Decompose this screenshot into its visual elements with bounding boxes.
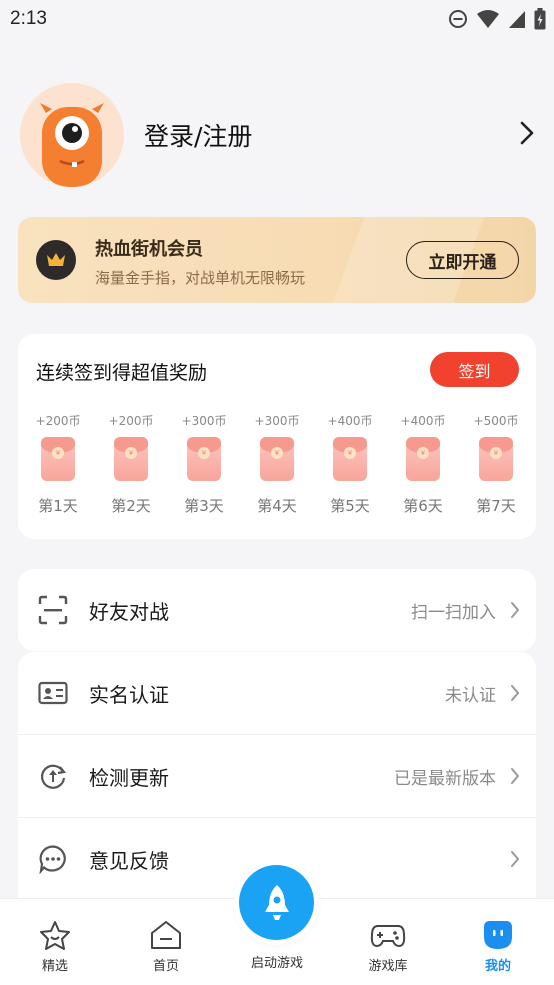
day-label: 第2天 xyxy=(111,497,151,515)
login-register-label[interactable]: 登录/注册 xyxy=(144,117,252,153)
status-bar: 2:13 xyxy=(0,0,554,38)
menu-item-friend-battle[interactable]: 好友对战 扫一扫加入 xyxy=(18,569,536,651)
friend-battle-card: 好友对战 扫一扫加入 xyxy=(18,569,536,651)
menu-label: 意见反馈 xyxy=(89,848,169,873)
menu-label: 好友对战 xyxy=(89,599,169,624)
menu-label: 检测更新 xyxy=(89,765,169,790)
settings-card: 实名认证 未认证 检测更新 已是最新版本 意见反馈 xyxy=(18,652,536,898)
day-coins: +200币 xyxy=(35,414,81,428)
red-envelope-icon: ¥ xyxy=(41,437,75,481)
avatar[interactable] xyxy=(20,83,124,187)
menu-label: 实名认证 xyxy=(89,682,169,707)
day-label: 第4天 xyxy=(257,497,297,515)
star-face-icon xyxy=(40,921,70,950)
status-icons xyxy=(448,8,546,30)
red-envelope-icon: ¥ xyxy=(406,437,440,481)
day-label: 第7天 xyxy=(476,497,516,515)
menu-item-check-update[interactable]: 检测更新 已是最新版本 xyxy=(18,735,536,817)
mine-avatar-icon xyxy=(484,921,512,949)
menu-value: 扫一扫加入 xyxy=(411,602,496,623)
signin-day: +300币 ¥ 第3天 xyxy=(168,412,240,516)
signin-button[interactable]: 签到 xyxy=(430,352,519,387)
open-vip-button[interactable]: 立即开通 xyxy=(406,241,519,279)
tab-label: 游戏库 xyxy=(368,959,408,974)
menu-value: 已是最新版本 xyxy=(394,768,496,789)
crown-icon xyxy=(47,253,65,266)
launch-game-label: 启动游戏 xyxy=(250,956,303,971)
day-coins: +400币 xyxy=(327,414,373,428)
home-icon xyxy=(151,921,181,949)
menu-value: 未认证 xyxy=(445,685,496,706)
chevron-right-icon[interactable] xyxy=(519,120,535,146)
tab-mine[interactable]: 我的 xyxy=(458,919,538,974)
launch-game-button[interactable] xyxy=(239,865,314,940)
chevron-right-icon xyxy=(511,685,519,701)
gamepad-icon xyxy=(370,925,406,948)
tab-label: 精选 xyxy=(41,959,68,974)
rocket-icon xyxy=(264,884,289,920)
tab-library[interactable]: 游戏库 xyxy=(348,919,428,974)
signin-day: +400币 ¥ 第5天 xyxy=(314,412,386,516)
day-label: 第5天 xyxy=(330,497,370,515)
menu-item-real-name[interactable]: 实名认证 未认证 xyxy=(18,652,536,734)
signin-days: +200币 ¥ 第1天 +200币 ¥ 第2天 +300币 ¥ 第3天 +300… xyxy=(22,412,532,516)
id-card-icon xyxy=(38,678,68,708)
profile-row[interactable]: 登录/注册 xyxy=(20,82,535,188)
signin-day: +200币 ¥ 第1天 xyxy=(22,412,94,516)
signin-day: +500币 ¥ 第7天 xyxy=(460,412,532,516)
signin-card: 连续签到得超值奖励 签到 +200币 ¥ 第1天 +200币 ¥ 第2天 +30… xyxy=(18,334,536,539)
day-coins: +300币 xyxy=(254,414,300,428)
cell-signal-icon xyxy=(509,11,525,28)
signin-day: +300币 ¥ 第4天 xyxy=(241,412,313,516)
red-envelope-icon: ¥ xyxy=(114,437,148,481)
red-envelope-icon: ¥ xyxy=(260,437,294,481)
day-label: 第1天 xyxy=(38,497,78,515)
tab-featured[interactable]: 精选 xyxy=(15,919,95,974)
signin-title: 连续签到得超值奖励 xyxy=(36,362,208,384)
day-label: 第6天 xyxy=(403,497,443,515)
day-coins: +400币 xyxy=(400,414,446,428)
red-envelope-icon: ¥ xyxy=(333,437,367,481)
day-label: 第3天 xyxy=(184,497,224,515)
day-coins: +200币 xyxy=(108,414,154,428)
chevron-right-icon xyxy=(511,768,519,784)
day-coins: +500币 xyxy=(473,414,519,428)
day-coins: +300币 xyxy=(181,414,227,428)
tab-home[interactable]: 首页 xyxy=(126,919,206,974)
tab-label: 我的 xyxy=(484,959,511,974)
update-icon xyxy=(38,761,68,791)
signin-day: +200币 ¥ 第2天 xyxy=(95,412,167,516)
vip-subtitle: 海量金手指，对战单机无限畅玩 xyxy=(95,269,306,287)
red-envelope-icon: ¥ xyxy=(187,437,221,481)
vip-title: 热血街机会员 xyxy=(95,239,203,260)
monster-mascot-icon xyxy=(40,103,104,187)
feedback-chat-icon xyxy=(38,844,68,874)
scan-icon xyxy=(38,595,68,625)
battery-icon xyxy=(534,8,546,30)
chevron-right-icon xyxy=(511,851,519,867)
chevron-right-icon xyxy=(511,602,519,618)
tab-label: 首页 xyxy=(152,959,179,974)
vip-membership-card[interactable]: 热血街机会员 海量金手指，对战单机无限畅玩 立即开通 xyxy=(18,217,536,303)
wifi-icon xyxy=(477,10,499,28)
signin-day: +400币 ¥ 第6天 xyxy=(387,412,459,516)
vip-badge xyxy=(36,240,76,280)
red-envelope-icon: ¥ xyxy=(479,437,513,481)
do-not-disturb-icon xyxy=(449,10,467,28)
status-time: 2:13 xyxy=(10,8,47,29)
